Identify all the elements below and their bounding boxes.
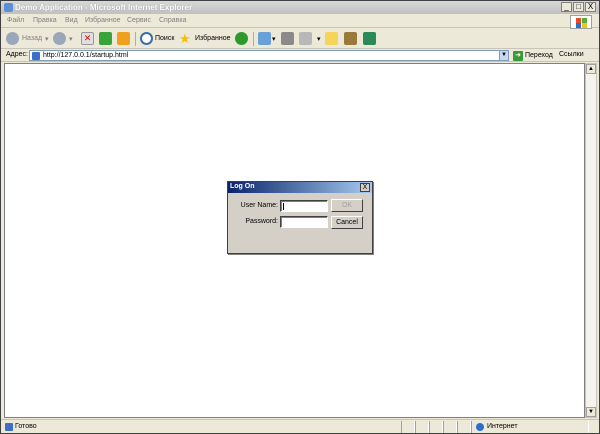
print-icon[interactable] xyxy=(281,32,294,45)
username-label: User Name: xyxy=(240,202,278,209)
window-title: Demo Application - Microsoft Internet Ex… xyxy=(15,3,193,12)
favorites-icon[interactable]: ★ xyxy=(179,32,191,45)
menu-help[interactable]: Справка xyxy=(159,17,186,24)
forward-dropdown-icon[interactable]: ▾ xyxy=(69,35,73,43)
messenger-icon[interactable] xyxy=(363,32,376,45)
back-icon[interactable] xyxy=(6,32,19,45)
cancel-button[interactable]: Cancel xyxy=(331,216,363,229)
search-label[interactable]: Поиск xyxy=(155,35,174,42)
status-pane xyxy=(443,421,457,433)
refresh-icon[interactable] xyxy=(99,32,112,45)
dialog-close-icon[interactable]: X xyxy=(360,183,370,192)
status-bar: Готово Интернет xyxy=(1,419,599,433)
windows-logo-icon xyxy=(570,15,592,29)
scroll-up-icon[interactable]: ▲ xyxy=(586,64,596,74)
status-text: Готово xyxy=(15,423,37,430)
close-button[interactable]: X xyxy=(585,2,596,12)
ok-button[interactable]: OK xyxy=(331,199,363,212)
minimize-button[interactable]: _ xyxy=(561,2,572,12)
page-icon xyxy=(32,52,40,60)
title-bar: Demo Application - Microsoft Internet Ex… xyxy=(1,1,599,14)
maximize-button[interactable]: □ xyxy=(573,2,584,12)
menu-view[interactable]: Вид xyxy=(65,17,78,24)
browser-window: Demo Application - Microsoft Internet Ex… xyxy=(0,0,600,434)
status-pane xyxy=(429,421,443,433)
internet-zone-icon xyxy=(476,423,484,431)
favorites-label[interactable]: Избранное xyxy=(195,35,230,42)
vertical-scrollbar[interactable]: ▲ ▼ xyxy=(585,63,597,418)
go-arrow-icon: ➜ xyxy=(513,50,523,61)
address-bar: Адрес: http://127.0.0.1/startup.html ▼ ➜… xyxy=(1,49,599,62)
status-page-icon xyxy=(5,423,13,431)
edit-icon[interactable] xyxy=(299,32,312,45)
mail-icon[interactable] xyxy=(258,32,271,45)
menu-bar: Файл Правка Вид Избранное Сервис Справка xyxy=(1,14,599,28)
back-label[interactable]: Назад xyxy=(22,35,42,42)
dialog-title-bar: Log On X xyxy=(228,182,372,193)
menu-file[interactable]: Файл xyxy=(7,17,24,24)
address-label: Адрес: xyxy=(6,51,28,58)
home-icon[interactable] xyxy=(117,32,130,45)
mail-dropdown-icon[interactable]: ▾ xyxy=(272,35,276,43)
search-icon[interactable] xyxy=(140,32,153,45)
menu-tools[interactable]: Сервис xyxy=(127,17,151,24)
scroll-down-icon[interactable]: ▼ xyxy=(586,407,596,417)
go-button[interactable]: ➜ Переход xyxy=(513,50,553,61)
status-pane xyxy=(457,421,471,433)
status-pane xyxy=(401,421,415,433)
forward-icon[interactable] xyxy=(53,32,66,45)
username-input[interactable] xyxy=(280,200,328,212)
edit-dropdown-icon[interactable]: ▾ xyxy=(317,35,321,43)
address-dropdown-icon[interactable]: ▼ xyxy=(499,51,508,60)
stop-icon[interactable]: ✕ xyxy=(81,32,94,45)
menu-favorites[interactable]: Избранное xyxy=(85,17,120,24)
discuss-icon[interactable] xyxy=(325,32,338,45)
zone-text: Интернет xyxy=(487,423,518,430)
dialog-title: Log On xyxy=(230,183,255,190)
address-url[interactable]: http://127.0.0.1/startup.html xyxy=(43,52,128,59)
toolbar: Назад ▾ ▾ ✕ Поиск ★ Избранное ▾ ▾ xyxy=(1,29,599,49)
password-input[interactable] xyxy=(280,216,328,228)
menu-edit[interactable]: Правка xyxy=(33,17,57,24)
back-dropdown-icon[interactable]: ▾ xyxy=(45,35,49,43)
logon-dialog: Log On X User Name: Password: OK Cancel xyxy=(227,181,373,254)
address-input[interactable]: http://127.0.0.1/startup.html ▼ xyxy=(29,50,509,61)
links-button[interactable]: Ссылки xyxy=(559,51,584,58)
research-icon[interactable] xyxy=(344,32,357,45)
text-caret xyxy=(283,203,284,210)
ie-icon xyxy=(4,3,13,12)
password-label: Password: xyxy=(245,218,278,225)
media-icon[interactable] xyxy=(235,32,248,45)
go-label: Переход xyxy=(525,52,553,59)
status-pane xyxy=(415,421,429,433)
